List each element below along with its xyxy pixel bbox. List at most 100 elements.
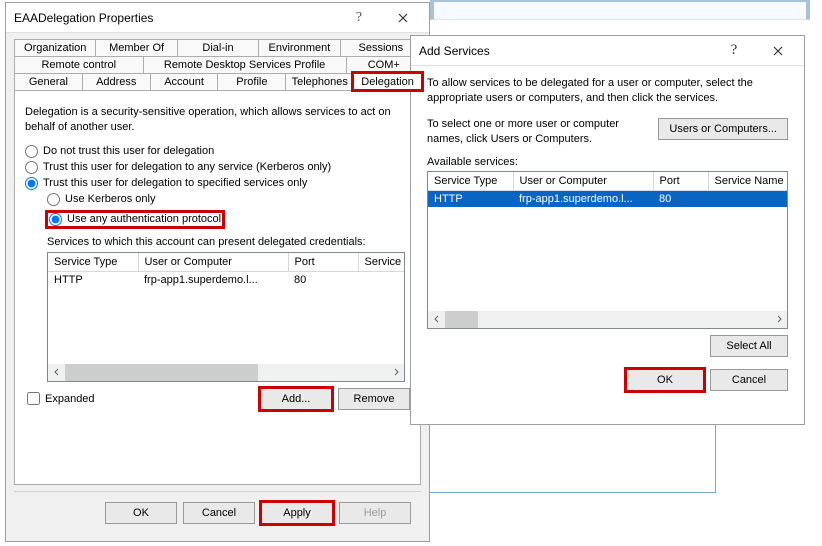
radio-trust-specified-label: Trust this user for delegation to specif… [43, 177, 307, 189]
tab-profile[interactable]: Profile [217, 73, 286, 90]
add-button[interactable]: Add... [260, 388, 332, 410]
chevron-left-icon [433, 315, 441, 323]
expanded-checkbox-input[interactable] [27, 392, 40, 405]
expanded-checkbox[interactable]: Expanded [27, 392, 95, 405]
available-services-table[interactable]: Service Type User or Computer Port Servi… [427, 171, 788, 329]
col-port[interactable]: Port [288, 253, 358, 272]
cell-port: 80 [288, 271, 358, 288]
ok-button[interactable]: OK [626, 369, 704, 391]
scroll-track[interactable] [445, 311, 770, 328]
help-button[interactable]: ? [337, 4, 381, 32]
ok-button[interactable]: OK [105, 502, 177, 524]
tab-general[interactable]: General [14, 73, 83, 90]
cancel-button[interactable]: Cancel [710, 369, 788, 391]
col-service-type[interactable]: Service Type [428, 172, 513, 191]
scroll-thumb[interactable] [445, 311, 478, 328]
background-frame [402, 423, 716, 493]
select-all-button[interactable]: Select All [710, 335, 788, 357]
radio-trust-specified[interactable]: Trust this user for delegation to specif… [25, 177, 410, 190]
table-row[interactable]: HTTP frp-app1.superdemo.l... 80 [48, 271, 405, 288]
cell-port: 80 [653, 190, 708, 207]
tab-row-1: Organization Member Of Dial-in Environme… [14, 39, 421, 56]
radio-trust-any[interactable]: Trust this user for delegation to any se… [25, 161, 410, 174]
tab-delegation[interactable]: Delegation [353, 73, 422, 90]
cell-user-computer: frp-app1.superdemo.l... [138, 271, 288, 288]
tab-row-2: Remote control Remote Desktop Services P… [14, 56, 421, 73]
radio-any-auth-label: Use any authentication protocol [67, 213, 221, 225]
help-button[interactable]: ? [712, 42, 756, 59]
scroll-left-arrow[interactable] [428, 311, 445, 328]
col-port[interactable]: Port [653, 172, 708, 191]
tab-dial-in[interactable]: Dial-in [177, 39, 259, 56]
expanded-label: Expanded [45, 393, 95, 405]
add-services-dialog: Add Services ? To allow services to be d… [410, 35, 805, 425]
apply-button[interactable]: Apply [261, 502, 333, 524]
users-computers-hint: To select one or more user or computer n… [427, 117, 650, 148]
tab-environment[interactable]: Environment [258, 39, 340, 56]
question-icon: ? [731, 42, 738, 59]
dialog-buttons: OK Cancel Apply Help [14, 491, 421, 524]
available-services-label: Available services: [427, 156, 788, 168]
delegation-description: Delegation is a security-sensitive opera… [25, 105, 410, 135]
tab-member-of[interactable]: Member Of [95, 39, 177, 56]
delegation-properties-dialog: EAADelegation Properties ? Organization … [5, 2, 430, 542]
tab-row-3: General Address Account Profile Telephon… [14, 73, 421, 90]
services-table[interactable]: Service Type User or Computer Port Servi… [47, 252, 405, 382]
chevron-right-icon [392, 368, 400, 376]
radio-trust-any-label: Trust this user for delegation to any se… [43, 161, 331, 173]
remove-button[interactable]: Remove [338, 388, 410, 410]
titlebar[interactable]: EAADelegation Properties ? [6, 3, 429, 33]
tab-organization[interactable]: Organization [14, 39, 96, 56]
radio-do-not-trust-input[interactable] [25, 145, 38, 158]
titlebar[interactable]: Add Services ? [411, 36, 804, 66]
close-button[interactable] [381, 4, 425, 32]
col-user-computer[interactable]: User or Computer [513, 172, 653, 191]
chevron-right-icon [775, 315, 783, 323]
cancel-button[interactable]: Cancel [183, 502, 255, 524]
tab-rds-profile[interactable]: Remote Desktop Services Profile [143, 56, 347, 73]
radio-trust-specified-input[interactable] [25, 177, 38, 190]
background-ribbon [430, 0, 810, 20]
horizontal-scrollbar[interactable] [48, 364, 404, 381]
cell-service-type: HTTP [48, 271, 138, 288]
instructions-text: To allow services to be delegated for a … [427, 76, 788, 107]
delegation-tab-panel: Delegation is a security-sensitive opera… [14, 90, 421, 485]
radio-trust-any-input[interactable] [25, 161, 38, 174]
tab-account[interactable]: Account [150, 73, 219, 90]
scroll-track[interactable] [65, 364, 387, 381]
tab-remote-control[interactable]: Remote control [14, 56, 144, 73]
radio-any-auth[interactable]: Use any authentication protocol [47, 212, 223, 227]
scroll-left-arrow[interactable] [48, 364, 65, 381]
radio-any-auth-input[interactable] [49, 213, 62, 226]
help-button[interactable]: Help [339, 502, 411, 524]
radio-do-not-trust-label: Do not trust this user for delegation [43, 145, 214, 157]
radio-kerberos-only[interactable]: Use Kerberos only [47, 193, 410, 206]
col-service-name[interactable]: Service N... [358, 253, 405, 272]
close-icon [398, 13, 408, 23]
horizontal-scrollbar[interactable] [428, 311, 787, 328]
col-service-name[interactable]: Service Name [708, 172, 788, 191]
dialog-buttons: OK Cancel [427, 369, 788, 391]
cell-user-computer: frp-app1.superdemo.l... [513, 190, 653, 207]
col-service-type[interactable]: Service Type [48, 253, 138, 272]
scroll-right-arrow[interactable] [387, 364, 404, 381]
cell-service-name [708, 190, 788, 207]
close-button[interactable] [756, 37, 800, 65]
services-list-label: Services to which this account can prese… [47, 236, 410, 248]
users-or-computers-button[interactable]: Users or Computers... [658, 118, 788, 140]
radio-kerberos-only-label: Use Kerberos only [65, 193, 156, 205]
tab-address[interactable]: Address [82, 73, 151, 90]
table-row[interactable]: HTTP frp-app1.superdemo.l... 80 [428, 190, 788, 207]
scroll-thumb[interactable] [65, 364, 258, 381]
close-icon [773, 46, 783, 56]
window-title: EAADelegation Properties [14, 11, 337, 25]
window-title: Add Services [419, 44, 712, 58]
tab-telephones[interactable]: Telephones [285, 73, 354, 90]
col-user-computer[interactable]: User or Computer [138, 253, 288, 272]
scroll-right-arrow[interactable] [770, 311, 787, 328]
cell-service-name [358, 271, 405, 288]
cell-service-type: HTTP [428, 190, 513, 207]
radio-do-not-trust[interactable]: Do not trust this user for delegation [25, 145, 410, 158]
question-icon: ? [356, 10, 362, 26]
radio-kerberos-only-input[interactable] [47, 193, 60, 206]
